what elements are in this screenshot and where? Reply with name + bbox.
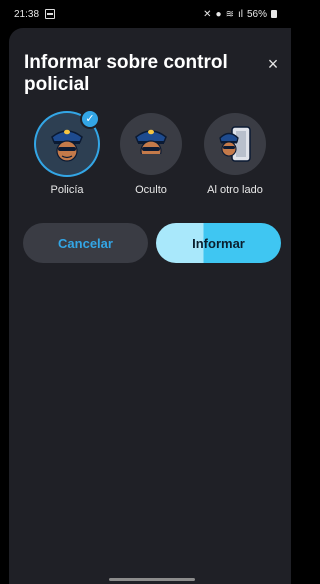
police-other-side-icon (219, 126, 251, 162)
report-police-sheet: Informar sobre control policial × ✓ Poli… (9, 28, 291, 584)
police-officer-icon (51, 129, 83, 162)
option-police[interactable]: ✓ Policía (27, 109, 107, 196)
option-label: Policía (50, 184, 84, 196)
battery-icon (271, 10, 277, 18)
cancel-button[interactable]: Cancelar (23, 223, 148, 263)
status-time: 21:38 (14, 8, 40, 20)
hidden-police-icon (135, 129, 167, 163)
option-other-side[interactable]: Al otro lado (195, 113, 275, 196)
dialog-title: Informar sobre control policial (24, 52, 228, 95)
battery-percent: 56% (246, 8, 267, 20)
mute-icon: ✕ (203, 8, 212, 20)
signal-icon: ıl (237, 8, 243, 20)
option-label: Al otro lado (207, 184, 263, 196)
gallery-notification-icon (45, 9, 56, 19)
report-button[interactable]: Informar (156, 223, 281, 263)
wifi-icon: ≋ (225, 8, 234, 20)
option-label: Oculto (135, 184, 167, 196)
home-indicator[interactable] (109, 578, 195, 581)
location-icon: ● (215, 8, 222, 20)
close-icon[interactable]: × (263, 54, 283, 74)
option-hidden[interactable]: Oculto (111, 113, 191, 196)
selected-check-icon: ✓ (80, 109, 100, 129)
status-bar: 21:38 ✕ ● ≋ ıl 56% (0, 0, 291, 28)
report-options: ✓ Policía Oculto Al otro lado (9, 109, 291, 203)
